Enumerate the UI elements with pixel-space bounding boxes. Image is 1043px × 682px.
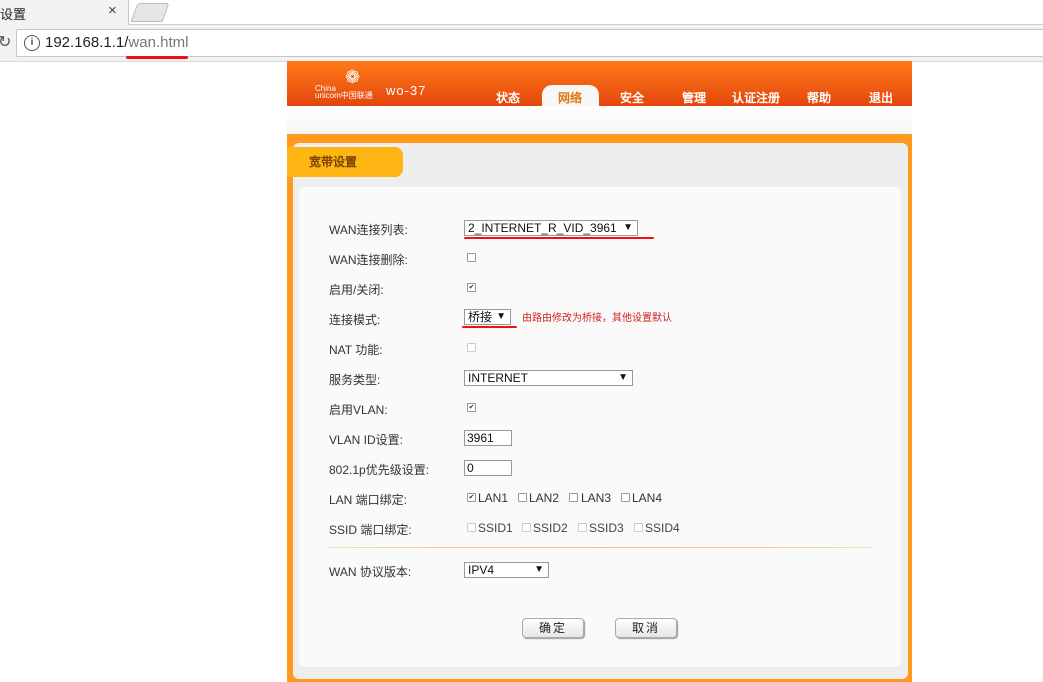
protocol-select[interactable]: IPV4 ▼ (464, 562, 549, 578)
ssid4-checkbox[interactable] (634, 523, 643, 532)
dropdown-arrow-icon: ▼ (496, 311, 506, 322)
router-frame: ❁ China unicom中国联通 wo-37 状态 网络 安全 管理 认证注… (287, 61, 912, 682)
nav-help[interactable]: 帮助 (807, 89, 831, 106)
unicom-knot-icon: ❁ (345, 67, 361, 87)
priority-label: 802.1p优先级设置: (329, 463, 430, 477)
nav-status[interactable]: 状态 (496, 89, 520, 106)
nav-auth-register[interactable]: 认证注册 (732, 89, 780, 106)
wan-delete-checkbox[interactable] (467, 253, 476, 262)
wan-list-annotation-underline (464, 237, 654, 239)
ssid2-checkbox[interactable] (522, 523, 531, 532)
vlan-id-label: VLAN ID设置: (329, 433, 404, 447)
connection-mode-value: 桥接 (468, 310, 493, 324)
nav-network[interactable]: 网络 (558, 89, 582, 106)
lan3-label: LAN3 (581, 491, 612, 505)
nav-management[interactable]: 管理 (682, 89, 706, 106)
dropdown-arrow-icon: ▼ (623, 222, 633, 233)
url-annotation-underline (126, 56, 188, 59)
url-text: 192.168.1.1/wan.html (45, 34, 188, 51)
browser-tab[interactable]: 设置 × (0, 0, 129, 25)
browser-tabstrip: 设置 × (0, 0, 1043, 25)
router-header: ❁ China unicom中国联通 wo-37 状态 网络 安全 管理 认证注… (287, 61, 912, 106)
section-title: 宽带设置 (309, 155, 358, 169)
mode-annotation-underline (462, 326, 517, 328)
lan4-checkbox[interactable] (621, 493, 630, 502)
header-band (287, 106, 912, 134)
ssid1-checkbox[interactable] (467, 523, 476, 532)
protocol-label: WAN 协议版本: (329, 565, 412, 579)
nav-logout[interactable]: 退出 (869, 89, 893, 106)
enable-checkbox[interactable]: ✔ (467, 283, 476, 292)
lan1-label: LAN1 (478, 491, 509, 505)
confirm-button[interactable]: 确定 (522, 618, 584, 638)
info-icon[interactable]: i (24, 35, 40, 51)
ssid3-label: SSID3 (589, 521, 624, 535)
device-model: wo-37 (386, 83, 427, 98)
vlan-id-input[interactable]: 3961 (464, 430, 512, 446)
wan-list-value: 2_INTERNET_R_VID_3961 (468, 221, 617, 235)
service-type-label: 服务类型: (329, 373, 381, 387)
priority-input[interactable]: 0 (464, 460, 512, 476)
lan4-label: LAN4 (632, 491, 663, 505)
lan2-checkbox[interactable] (518, 493, 527, 502)
url-host: 192.168.1.1/ (45, 34, 129, 51)
cancel-button[interactable]: 取消 (615, 618, 677, 638)
form-divider (327, 547, 873, 548)
mode-annotation-note: 由路由修改为桥接，其他设置默认 (522, 313, 672, 324)
tab-close-icon[interactable]: × (108, 2, 117, 19)
wan-list-select[interactable]: 2_INTERNET_R_VID_3961 ▼ (464, 220, 638, 236)
lan2-label: LAN2 (529, 491, 560, 505)
reload-icon[interactable]: ↻ (0, 32, 11, 52)
nat-label: NAT 功能: (329, 343, 383, 357)
protocol-value: IPV4 (468, 563, 495, 577)
enable-label: 启用/关闭: (329, 283, 384, 297)
browser-toolbar: ↻ i 192.168.1.1/wan.html (0, 25, 1043, 62)
dropdown-arrow-icon: ▼ (534, 564, 544, 575)
connection-mode-label: 连接模式: (329, 313, 381, 327)
ssid1-label: SSID1 (478, 521, 513, 535)
ssid2-label: SSID2 (533, 521, 568, 535)
dropdown-arrow-icon: ▼ (618, 372, 628, 383)
new-tab-button[interactable] (130, 3, 170, 22)
nat-checkbox[interactable] (467, 343, 476, 352)
lan1-checkbox[interactable]: ✔ (467, 493, 476, 502)
service-type-select[interactable]: INTERNET ▼ (464, 370, 633, 386)
lan-bind-label: LAN 端口绑定: (329, 493, 408, 507)
vlan-enable-label: 启用VLAN: (329, 403, 388, 417)
wan-list-label: WAN连接列表: (329, 223, 408, 237)
vlan-enable-checkbox[interactable]: ✔ (467, 403, 476, 412)
url-path: wan.html (128, 34, 189, 51)
wan-delete-label: WAN连接删除: (329, 253, 408, 267)
lan3-checkbox[interactable] (569, 493, 578, 502)
service-type-value: INTERNET (468, 371, 528, 385)
ssid4-label: SSID4 (645, 521, 680, 535)
ssid3-checkbox[interactable] (578, 523, 587, 532)
logo-unicom-text: unicom中国联通 (315, 91, 373, 100)
nav-security[interactable]: 安全 (620, 89, 644, 106)
ssid-bind-label: SSID 端口绑定: (329, 523, 412, 537)
address-bar[interactable]: i 192.168.1.1/wan.html (16, 29, 1043, 57)
connection-mode-select[interactable]: 桥接 ▼ (464, 309, 511, 325)
tab-title: 设置 (0, 7, 27, 22)
